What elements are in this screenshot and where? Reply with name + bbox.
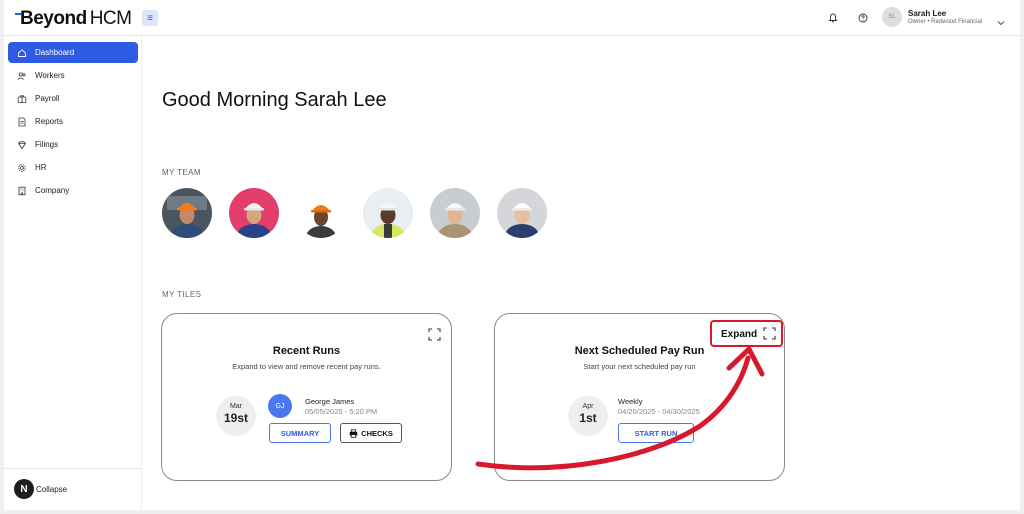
sidebar: Dashboard Workers Payroll Reports Filing… — [4, 36, 142, 510]
team-list — [162, 188, 564, 238]
summary-button-label: SUMMARY — [280, 428, 320, 438]
run-avatar: GJ — [268, 394, 292, 418]
checks-button-label: CHECKS — [361, 428, 393, 438]
team-member-avatar[interactable] — [296, 188, 346, 238]
logo-mark — [15, 13, 21, 15]
collapse-button[interactable]: N — [14, 479, 34, 499]
page-greeting: Good Morning Sarah Lee — [162, 89, 387, 111]
user-avatar: SL — [882, 7, 902, 27]
collapse-bar: N Collapse — [4, 468, 142, 510]
run-date-month: Mar — [229, 403, 243, 410]
run-date: Mar 19st — [216, 396, 256, 436]
sidebar-item-label: Payroll — [35, 94, 60, 103]
help-icon — [858, 13, 868, 23]
summary-button[interactable]: SUMMARY — [269, 423, 331, 443]
recent-runs-expand-button[interactable] — [428, 328, 441, 341]
user-info: Sarah Lee Owner • Redwood Financial — [908, 9, 982, 25]
tile-subtitle: Expand to view and remove recent pay run… — [232, 362, 381, 371]
expand-label: Expand — [721, 329, 758, 340]
pay-run-date-month: Apr — [582, 403, 594, 410]
team-member-avatar[interactable] — [363, 188, 413, 238]
gem-icon — [17, 140, 27, 150]
logo-bold: Beyond — [20, 8, 87, 29]
worker-photo — [497, 188, 547, 238]
sidebar-item-company[interactable]: Company — [8, 180, 138, 201]
tile-title: Recent Runs — [272, 345, 341, 357]
home-icon — [17, 48, 27, 58]
user-subtitle: Owner • Redwood Financial — [908, 19, 983, 25]
app-window: Beyond HCM ≡ SL Sarah Lee Owner • Redwoo… — [4, 0, 1020, 510]
start-run-button-label: START RUN — [634, 428, 678, 438]
sidebar-item-label: Reports — [35, 117, 64, 126]
pay-run-period: 04/20/2025 - 04/30/2025 — [618, 407, 700, 416]
sidebar-item-label: HR — [35, 163, 47, 172]
run-date-day: 19st — [223, 411, 249, 425]
sidebar-item-filings[interactable]: Filings — [8, 134, 138, 155]
logo[interactable]: Beyond HCM — [15, 8, 132, 30]
worker-photo — [296, 188, 346, 238]
printer-icon — [349, 428, 358, 438]
worker-photo — [229, 188, 279, 238]
top-header: Beyond HCM ≡ SL Sarah Lee Owner • Redwoo… — [4, 0, 1020, 36]
tile-subtitle: Start your next scheduled pay run — [583, 362, 696, 371]
sidebar-item-label: Dashboard — [35, 48, 75, 57]
my-team-label: MY TEAM — [162, 168, 201, 177]
bell-icon — [828, 13, 838, 23]
hamburger-icon: ≡ — [147, 12, 153, 24]
worker-photo — [430, 188, 480, 238]
recent-runs-tile: Recent Runs Expand to view and remove re… — [161, 313, 452, 481]
sidebar-item-label: Company — [35, 186, 70, 195]
my-tiles-label: MY TILES — [162, 290, 202, 299]
expand-callout[interactable]: Expand — [710, 320, 783, 347]
sidebar-item-payroll[interactable]: Payroll — [8, 88, 138, 109]
expand-icon — [428, 328, 441, 341]
menu-toggle-button[interactable]: ≡ — [142, 10, 158, 26]
sidebar-item-label: Filings — [35, 140, 59, 149]
checks-button[interactable]: CHECKS — [340, 423, 402, 443]
pay-run-date-day: 1st — [579, 411, 597, 425]
expand-icon — [763, 327, 776, 340]
user-name: Sarah Lee — [908, 9, 947, 18]
run-timestamp: 05/05/2025 - 5:20 PM — [305, 407, 378, 416]
help-button[interactable] — [856, 11, 870, 25]
pay-run-date: Apr 1st — [568, 396, 608, 436]
collapse-label[interactable]: Collapse — [36, 485, 67, 494]
worker-photo — [162, 188, 212, 238]
user-menu[interactable]: SL Sarah Lee Owner • Redwood Financial — [882, 7, 982, 27]
sidebar-item-workers[interactable]: Workers — [8, 65, 138, 86]
sidebar-item-label: Workers — [35, 71, 65, 80]
chevron-down-icon — [997, 21, 1005, 26]
sidebar-item-reports[interactable]: Reports — [8, 111, 138, 132]
team-member-avatar[interactable] — [229, 188, 279, 238]
logo-light: HCM — [89, 8, 132, 29]
team-member-avatar[interactable] — [430, 188, 480, 238]
team-member-avatar[interactable] — [162, 188, 212, 238]
users-icon — [17, 71, 27, 81]
gear-icon — [17, 163, 27, 173]
document-icon — [17, 117, 27, 127]
notifications-button[interactable] — [826, 11, 840, 25]
sidebar-item-hr[interactable]: HR — [8, 157, 138, 178]
start-run-button[interactable]: START RUN — [618, 423, 694, 443]
pay-run-frequency: Weekly — [618, 397, 643, 406]
worker-photo — [363, 188, 413, 238]
building-icon — [17, 186, 27, 196]
sidebar-item-dashboard[interactable]: Dashboard — [8, 42, 138, 63]
run-worker-name: George James — [305, 397, 355, 406]
briefcase-icon — [17, 94, 27, 104]
team-member-avatar[interactable] — [497, 188, 547, 238]
user-menu-chevron[interactable] — [996, 14, 1006, 26]
